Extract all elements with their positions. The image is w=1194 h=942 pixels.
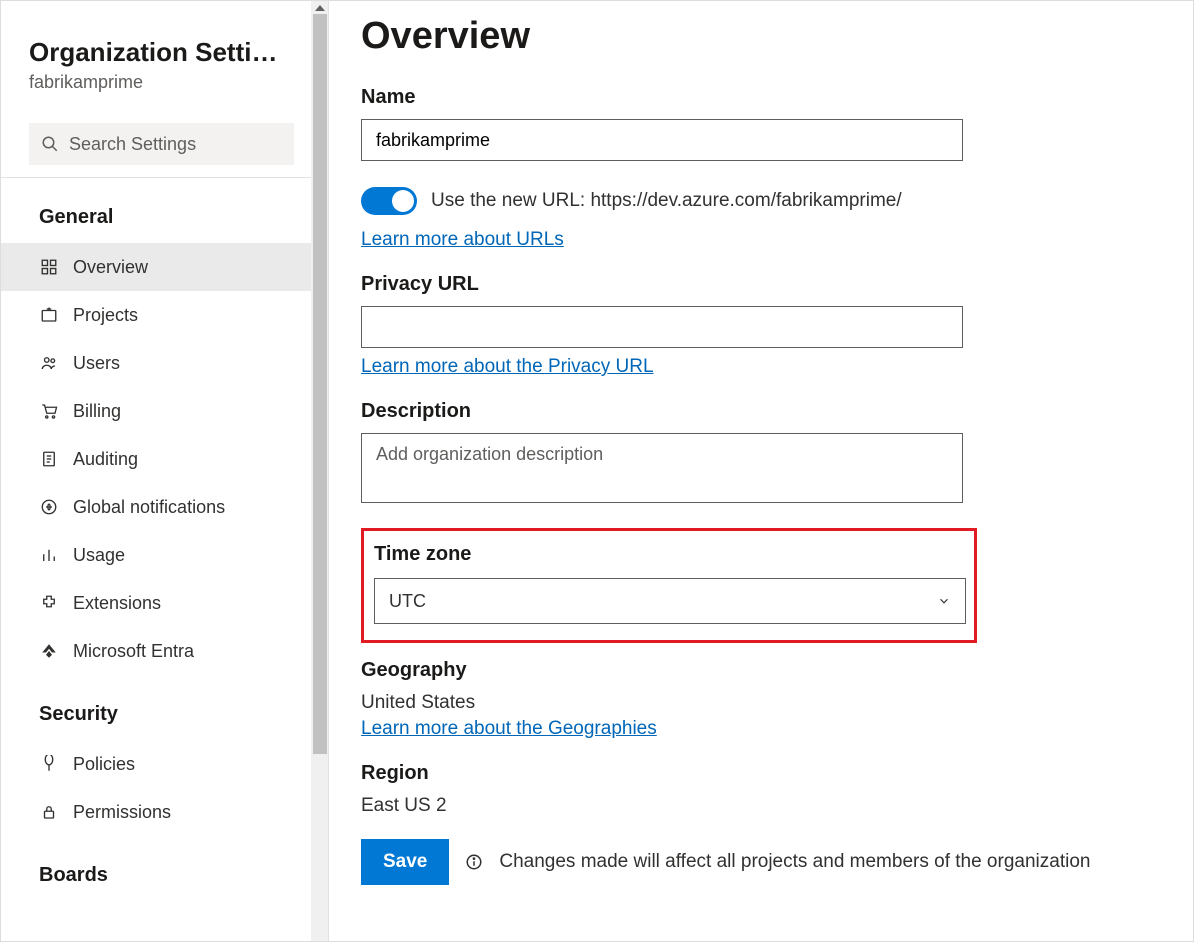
nav-label: Billing	[73, 401, 121, 422]
privacy-url-input[interactable]	[361, 306, 963, 348]
entra-icon	[39, 641, 59, 661]
nav-label: Permissions	[73, 802, 171, 823]
sidebar-item-permissions[interactable]: Permissions	[1, 788, 312, 836]
info-icon	[465, 853, 483, 871]
nav-label: Auditing	[73, 449, 138, 470]
url-toggle-row: Use the new URL: https://dev.azure.com/f…	[361, 187, 1165, 215]
projects-icon	[39, 305, 59, 325]
nav-label: Users	[73, 353, 120, 374]
save-note: Changes made will affect all projects an…	[499, 851, 1090, 873]
learn-geographies-link[interactable]: Learn more about the Geographies	[361, 718, 657, 740]
sidebar-item-policies[interactable]: Policies	[1, 740, 312, 788]
main-panel: Overview Name Use the new URL: https://d…	[329, 1, 1193, 941]
nav-label: Extensions	[73, 593, 161, 614]
sidebar-item-auditing[interactable]: Auditing	[1, 435, 312, 483]
save-row: Save Changes made will affect all projec…	[361, 839, 1165, 885]
timezone-highlight: Time zone UTC	[361, 528, 977, 643]
policies-icon	[39, 754, 59, 774]
search-placeholder: Search Settings	[69, 134, 196, 155]
sidebar: Organization Settin… fabrikamprime Searc…	[1, 1, 329, 941]
region-field-block: Region East US 2	[361, 762, 1165, 817]
grid-icon	[39, 257, 59, 277]
search-icon	[41, 135, 59, 153]
chevron-down-icon	[937, 594, 951, 608]
section-header-general: General	[1, 178, 312, 243]
usage-icon	[39, 545, 59, 565]
auditing-icon	[39, 449, 59, 469]
sidebar-item-projects[interactable]: Projects	[1, 291, 312, 339]
nav-label: Usage	[73, 545, 125, 566]
scroll-thumb[interactable]	[313, 14, 327, 754]
nav-label: Microsoft Entra	[73, 641, 194, 662]
search-input[interactable]: Search Settings	[29, 123, 294, 165]
sidebar-item-overview[interactable]: Overview	[1, 243, 312, 291]
billing-icon	[39, 401, 59, 421]
url-toggle-label: Use the new URL: https://dev.azure.com/f…	[431, 190, 902, 212]
sidebar-item-usage[interactable]: Usage	[1, 531, 312, 579]
nav-label: Overview	[73, 257, 148, 278]
learn-privacy-link[interactable]: Learn more about the Privacy URL	[361, 356, 654, 378]
nav-label: Projects	[73, 305, 138, 326]
privacy-label: Privacy URL	[361, 273, 1165, 296]
privacy-field-block: Privacy URL Learn more about the Privacy…	[361, 273, 1165, 378]
section-header-boards: Boards	[1, 836, 312, 901]
url-toggle[interactable]	[361, 187, 417, 215]
extensions-icon	[39, 593, 59, 613]
description-input[interactable]	[361, 433, 963, 503]
description-label: Description	[361, 400, 1165, 423]
geography-value: United States	[361, 692, 1165, 714]
sidebar-title: Organization Settin…	[29, 37, 288, 68]
notifications-icon	[39, 497, 59, 517]
name-label: Name	[361, 86, 1165, 109]
sidebar-subtitle: fabrikamprime	[29, 72, 288, 93]
sidebar-item-billing[interactable]: Billing	[1, 387, 312, 435]
nav-label: Policies	[73, 754, 135, 775]
geography-field-block: Geography United States Learn more about…	[361, 659, 1165, 740]
name-input[interactable]	[361, 119, 963, 161]
nav-label: Global notifications	[73, 497, 225, 518]
save-button[interactable]: Save	[361, 839, 449, 885]
sidebar-header: Organization Settin… fabrikamprime	[1, 1, 312, 105]
sidebar-item-global-notifications[interactable]: Global notifications	[1, 483, 312, 531]
page-title: Overview	[361, 15, 1165, 58]
scroll-up-icon[interactable]	[315, 5, 325, 11]
region-label: Region	[361, 762, 1165, 785]
section-header-security: Security	[1, 675, 312, 740]
timezone-label: Time zone	[374, 543, 964, 566]
region-value: East US 2	[361, 795, 1165, 817]
sidebar-item-extensions[interactable]: Extensions	[1, 579, 312, 627]
timezone-value: UTC	[389, 591, 426, 612]
learn-urls-link[interactable]: Learn more about URLs	[361, 229, 564, 251]
toggle-knob	[392, 190, 414, 212]
permissions-icon	[39, 802, 59, 822]
scrollbar[interactable]	[311, 1, 328, 941]
users-icon	[39, 353, 59, 373]
description-field-block: Description	[361, 400, 1165, 506]
timezone-select[interactable]: UTC	[374, 578, 966, 624]
sidebar-item-users[interactable]: Users	[1, 339, 312, 387]
sidebar-item-entra[interactable]: Microsoft Entra	[1, 627, 312, 675]
name-field-block: Name	[361, 86, 1165, 161]
geography-label: Geography	[361, 659, 1165, 682]
